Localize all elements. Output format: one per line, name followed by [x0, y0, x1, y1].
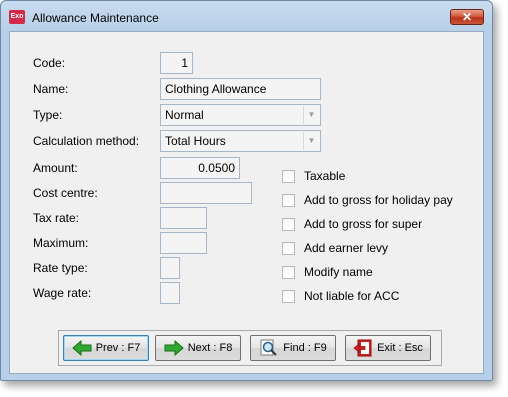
prev-button[interactable]: Prev : F7: [63, 335, 149, 361]
modify-name-label[interactable]: Modify name: [304, 265, 373, 279]
exit-button-label: Exit : Esc: [377, 342, 423, 354]
tax-rate-field[interactable]: [160, 207, 207, 229]
arrow-right-icon: [164, 339, 184, 357]
add-to-gross-holiday-pay-label[interactable]: Add to gross for holiday pay: [304, 193, 453, 207]
cost-centre-label: Cost centre:: [33, 186, 98, 200]
wage-rate-field[interactable]: [160, 282, 180, 304]
next-button-label: Next : F8: [187, 342, 233, 354]
find-button-label: Find : F9: [283, 342, 327, 354]
chevron-down-icon[interactable]: ▼: [303, 132, 319, 150]
type-select[interactable]: Normal ▼: [160, 104, 321, 126]
calculation-method-select[interactable]: Total Hours ▼: [160, 130, 321, 152]
not-liable-for-acc-checkbox[interactable]: [282, 290, 295, 303]
allowance-maintenance-window: Exo Allowance Maintenance ✕ Code: Name: …: [0, 0, 493, 381]
next-button[interactable]: Next : F8: [155, 335, 241, 361]
navigation-button-bar: Prev : F7 Next : F8 Find : F9 Exit: Esc: [58, 330, 442, 366]
rate-type-field[interactable]: [160, 257, 180, 279]
amount-field[interactable]: 0.0500: [160, 157, 240, 179]
find-button[interactable]: Find : F9: [250, 335, 336, 361]
exit-button[interactable]: Exit : Esc: [345, 335, 431, 361]
maximum-field[interactable]: [160, 232, 207, 254]
rate-type-label: Rate type:: [33, 261, 88, 275]
not-liable-for-acc-label[interactable]: Not liable for ACC: [304, 289, 399, 303]
add-earner-levy-label[interactable]: Add earner levy: [304, 241, 388, 255]
type-label: Type:: [33, 108, 63, 122]
taxable-checkbox[interactable]: [282, 170, 295, 183]
calculation-method-label: Calculation method:: [33, 134, 140, 148]
magnifier-icon: [260, 339, 278, 356]
form-panel: Code: Name: Type: Calculation method: Am…: [9, 31, 484, 374]
tax-rate-label: Tax rate:: [33, 211, 80, 225]
add-to-gross-holiday-pay-checkbox[interactable]: [282, 194, 295, 207]
wage-rate-label: Wage rate:: [33, 286, 92, 300]
name-field[interactable]: Clothing Allowance: [160, 78, 321, 100]
code-field[interactable]: 1: [160, 52, 193, 74]
amount-label: Amount:: [33, 161, 78, 175]
maximum-label: Maximum:: [33, 236, 89, 250]
prev-button-label: Prev : F7: [95, 342, 141, 354]
modify-name-checkbox[interactable]: [282, 266, 295, 279]
taxable-label[interactable]: Taxable: [304, 169, 345, 183]
add-earner-levy-checkbox[interactable]: [282, 242, 295, 255]
window-title: Allowance Maintenance: [32, 11, 159, 25]
close-button[interactable]: ✕: [450, 9, 484, 25]
arrow-left-icon: [71, 339, 92, 357]
chevron-down-icon[interactable]: ▼: [303, 106, 319, 124]
name-label: Name:: [33, 82, 69, 96]
exit-door-icon: [353, 339, 372, 357]
code-label: Code:: [33, 56, 66, 70]
title-bar[interactable]: Exo Allowance Maintenance ✕: [1, 1, 492, 31]
type-select-value: Normal: [165, 108, 204, 122]
app-logo-icon: Exo: [9, 10, 25, 24]
add-to-gross-super-checkbox[interactable]: [282, 218, 295, 231]
cost-centre-field[interactable]: [160, 182, 252, 204]
add-to-gross-super-label[interactable]: Add to gross for super: [304, 217, 422, 231]
calculation-method-value: Total Hours: [165, 134, 226, 148]
